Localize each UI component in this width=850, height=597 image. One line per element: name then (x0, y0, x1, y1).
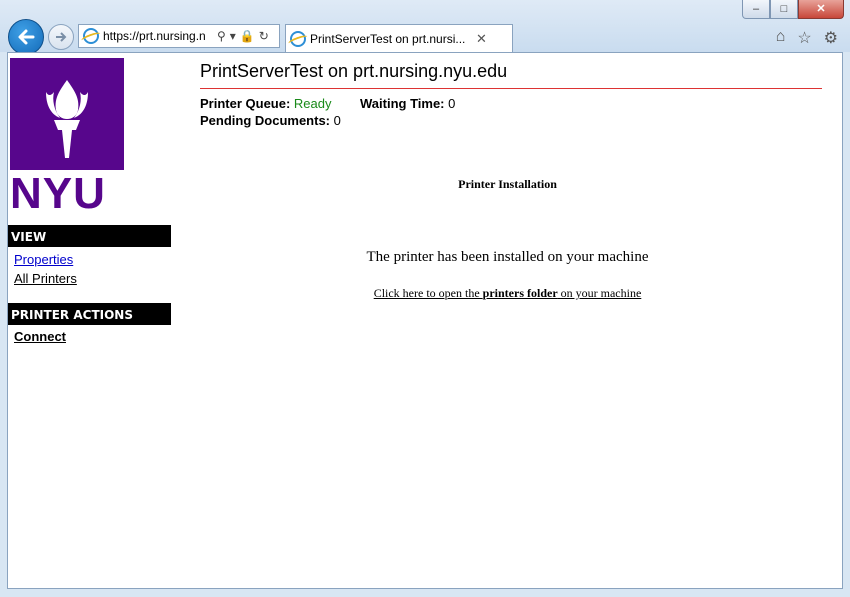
printers-folder-link-row: Click here to open the printers folder o… (171, 286, 842, 301)
tab-printserver[interactable]: PrintServerTest on prt.nursi... ✕ (285, 24, 513, 52)
tab-title: PrintServerTest on prt.nursi... (310, 31, 466, 46)
pending-documents-status: Pending Documents: 0 (200, 113, 341, 128)
waiting-label: Waiting Time: (360, 96, 445, 111)
page-viewport: NYU VIEW Properties All Printers PRINTER… (7, 52, 843, 589)
home-icon[interactable]: ⌂ (776, 28, 786, 48)
sidebar-link-all-printers[interactable]: All Printers (14, 271, 77, 286)
window-controls: – □ ✕ (742, 0, 844, 20)
pending-label: Pending Documents: (200, 113, 331, 128)
close-button[interactable]: ✕ (798, 0, 844, 19)
nyu-logo-text: NYU (10, 169, 106, 218)
gear-icon[interactable]: ⚙ (824, 28, 838, 48)
queue-label: Printer Queue: (200, 96, 291, 111)
back-button[interactable] (8, 19, 44, 55)
address-url[interactable]: https://prt.nursing.n (103, 29, 213, 43)
link-bold: printers folder (482, 286, 558, 300)
lock-icon[interactable]: 🔒 (240, 29, 255, 43)
forward-arrow-icon (56, 32, 67, 42)
ie-icon (290, 30, 306, 47)
queue-value: Ready (293, 96, 332, 111)
refresh-icon[interactable]: ↻ (259, 29, 269, 43)
installation-message: The printer has been installed on your m… (366, 249, 649, 265)
search-icon[interactable]: ⚲ (217, 29, 226, 43)
nyu-torch-box (10, 58, 124, 170)
connect-link[interactable]: Connect (14, 329, 66, 344)
maximize-button[interactable]: □ (770, 0, 798, 19)
sidebar-link-properties[interactable]: Properties (14, 252, 73, 267)
link-suffix: on your machine (557, 286, 642, 300)
torch-icon (46, 80, 88, 158)
toolbar-icons: ⌂ ☆ ⚙ (776, 28, 838, 48)
back-arrow-icon (18, 29, 35, 45)
page-title: PrintServerTest on prt.nursing.nyu.edu (200, 61, 822, 89)
waiting-time-status: Waiting Time: 0 (360, 96, 455, 111)
printer-queue-status: Printer Queue: Ready (200, 96, 332, 111)
installation-heading: Printer Installation (458, 177, 557, 191)
ie-icon (83, 28, 99, 44)
pending-value: 0 (333, 113, 341, 128)
dropdown-icon[interactable]: ▾ (230, 29, 236, 43)
link-prefix: Click here to open the (373, 286, 483, 300)
minimize-button[interactable]: – (742, 0, 770, 19)
printer-actions-heading: PRINTER ACTIONS (8, 303, 171, 325)
browser-chrome: – □ ✕ https://prt.nursing.n ⚲ ▾ 🔒 ↻ Prin… (0, 0, 850, 55)
address-bar[interactable]: https://prt.nursing.n ⚲ ▾ 🔒 ↻ (78, 24, 280, 48)
nyu-logo: NYU (10, 58, 124, 221)
waiting-value: 0 (448, 96, 456, 111)
open-printers-folder-link[interactable]: Click here to open the printers folder o… (374, 286, 642, 300)
favorites-star-icon[interactable]: ☆ (797, 28, 811, 48)
forward-button[interactable] (48, 24, 74, 50)
view-heading: VIEW (8, 225, 171, 247)
close-tab-icon[interactable]: ✕ (476, 31, 487, 47)
